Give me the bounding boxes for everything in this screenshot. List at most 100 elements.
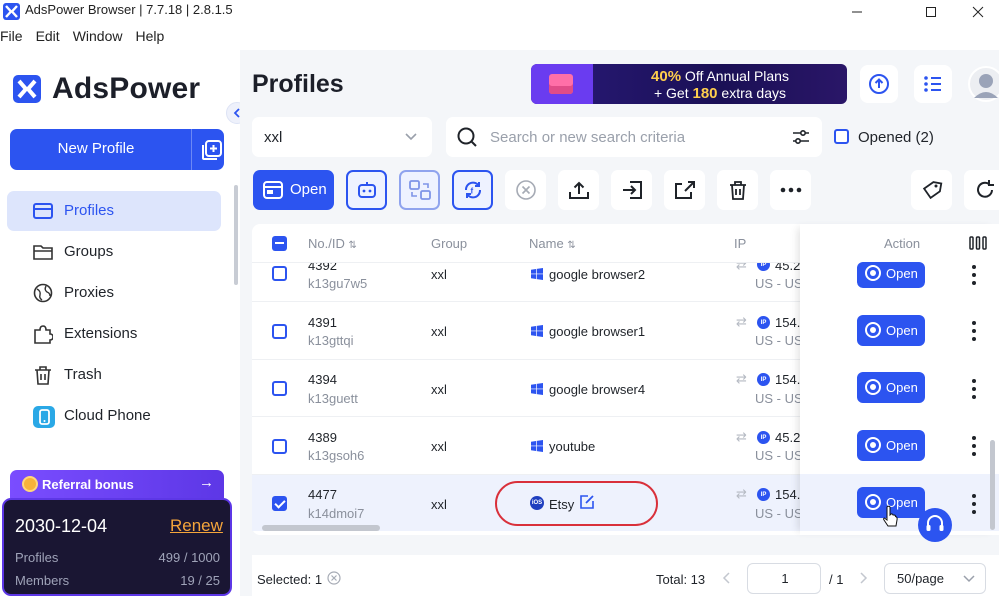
customer-support-button[interactable]: [918, 508, 952, 542]
row-no: 4394: [308, 372, 337, 387]
row-open-label: Open: [886, 266, 918, 281]
renew-link[interactable]: Renew: [170, 516, 223, 536]
proxy-switch-icon: ⇄: [736, 314, 747, 329]
more-horizontal-icon: [780, 187, 801, 193]
selected-count: Selected: 1: [257, 572, 323, 587]
delete-button[interactable]: [717, 170, 758, 210]
sidebar-item-extensions[interactable]: Extensions: [7, 314, 221, 354]
refresh-fingerprint-button[interactable]: f: [452, 170, 493, 210]
row-checkbox[interactable]: [272, 381, 287, 396]
row-name: google browser4: [549, 382, 646, 397]
row-checkbox[interactable]: [272, 266, 287, 281]
total-count: Total: 13: [656, 572, 706, 587]
tag-button[interactable]: [911, 170, 952, 210]
clear-selection-icon[interactable]: [327, 571, 341, 585]
row-name: youtube: [549, 439, 596, 454]
batch-add-icon[interactable]: [201, 139, 223, 166]
sidebar-item-label: Cloud Phone: [64, 407, 151, 424]
search-input[interactable]: Search or new search criteria: [446, 117, 822, 157]
referral-bonus-banner[interactable]: Referral bonus →: [10, 470, 224, 498]
opened-filter-checkbox[interactable]: [834, 129, 849, 144]
sidebar-scrollbar[interactable]: [234, 185, 238, 285]
avatar[interactable]: [968, 66, 999, 102]
row-open-button[interactable]: Open: [857, 430, 925, 461]
row-open-button[interactable]: Open: [857, 372, 925, 403]
minimize-button[interactable]: [834, 0, 880, 24]
sidebar-item-label: Trash: [64, 366, 102, 383]
column-header-no-id[interactable]: No./ID ⇅: [308, 236, 357, 251]
filter-settings-icon[interactable]: [792, 128, 810, 151]
opened-filter-label: Opened (2): [858, 129, 934, 146]
row-no: 4477: [308, 487, 337, 502]
menu-file[interactable]: File: [0, 28, 23, 50]
cloud-phone-icon: [33, 406, 55, 428]
group-filter-select[interactable]: xxl: [252, 117, 432, 157]
row-checkbox[interactable]: [272, 439, 287, 454]
horizontal-scrollbar[interactable]: [262, 525, 380, 531]
window-title: AdsPower Browser | 7.7.18 | 2.8.1.5: [25, 2, 233, 17]
row-more-icon[interactable]: [971, 494, 977, 514]
menu-window[interactable]: Window: [73, 28, 123, 50]
close-window-button[interactable]: [955, 0, 999, 24]
move-to-group-button[interactable]: [611, 170, 652, 210]
promo-banner[interactable]: 40% Off Annual Plans + Get 180 extra day…: [531, 64, 847, 104]
maximize-button[interactable]: [908, 0, 954, 24]
trash-icon: [729, 181, 746, 200]
row-region: US - US: [755, 448, 803, 463]
gift-icon: [531, 64, 593, 104]
plan-expiry-date: 2030-12-04: [15, 516, 108, 536]
sidebar-item-proxies[interactable]: Proxies: [7, 273, 221, 313]
new-profile-button[interactable]: New Profile: [10, 129, 224, 170]
page-title: Profiles: [252, 70, 344, 98]
more-actions-button[interactable]: [770, 170, 811, 210]
column-settings-icon[interactable]: [969, 236, 987, 250]
headset-icon: [926, 515, 944, 531]
automation-robot-button[interactable]: [346, 170, 387, 210]
select-all-checkbox[interactable]: [272, 236, 287, 251]
upgrade-sync-button[interactable]: [860, 65, 898, 103]
page-total: / 1: [829, 572, 844, 587]
row-more-icon[interactable]: [971, 436, 977, 456]
task-list-button[interactable]: [914, 65, 952, 103]
row-checkbox[interactable]: [272, 496, 287, 511]
list-icon: [924, 76, 941, 92]
promo-line-2: + Get 180 extra days: [653, 85, 787, 102]
row-ip: 45.2: [775, 430, 801, 445]
row-open-button[interactable]: Open: [857, 315, 925, 346]
close-circle-icon: [515, 180, 536, 200]
group-filter-value: xxl: [264, 129, 283, 146]
new-profile-label: New Profile: [57, 140, 135, 157]
search-placeholder: Search or new search criteria: [490, 129, 686, 146]
sidebar-item-cloud-phone[interactable]: Cloud Phone: [7, 396, 221, 436]
chevron-left-icon[interactable]: [722, 572, 732, 584]
row-more-icon[interactable]: [971, 321, 977, 341]
close-profiles-button[interactable]: [505, 170, 546, 210]
menu-edit[interactable]: Edit: [36, 28, 60, 50]
column-header-name[interactable]: Name ⇅: [529, 236, 576, 251]
open-selected-button[interactable]: Open: [253, 170, 334, 210]
sidebar-item-trash[interactable]: Trash: [7, 355, 221, 395]
row-more-icon[interactable]: [971, 265, 977, 285]
refresh-list-button[interactable]: [964, 170, 999, 210]
sidebar-item-profiles[interactable]: Profiles: [7, 191, 221, 231]
export-button[interactable]: [558, 170, 599, 210]
window-sync-button[interactable]: [399, 170, 440, 210]
svg-text:f: f: [470, 187, 473, 196]
row-group: xxl: [431, 439, 447, 454]
vertical-scrollbar[interactable]: [990, 440, 995, 530]
brand-name: AdsPower: [52, 72, 201, 105]
chevron-right-icon[interactable]: [858, 572, 868, 584]
row-region: US - US: [755, 276, 803, 291]
row-more-icon[interactable]: [971, 379, 977, 399]
row-id: k14dmoi7: [308, 506, 365, 521]
chrome-icon: [865, 265, 881, 281]
menu-help[interactable]: Help: [135, 28, 164, 50]
sidebar-item-groups[interactable]: Groups: [7, 232, 221, 272]
row-checkbox[interactable]: [272, 324, 287, 339]
page-number-input[interactable]: 1: [747, 563, 821, 594]
menu-bar: File Edit Window Help: [0, 28, 177, 50]
page-size-select[interactable]: 50/page: [884, 563, 986, 594]
share-button[interactable]: [664, 170, 705, 210]
row-open-button[interactable]: Open: [857, 262, 925, 288]
row-group: xxl: [431, 267, 447, 282]
